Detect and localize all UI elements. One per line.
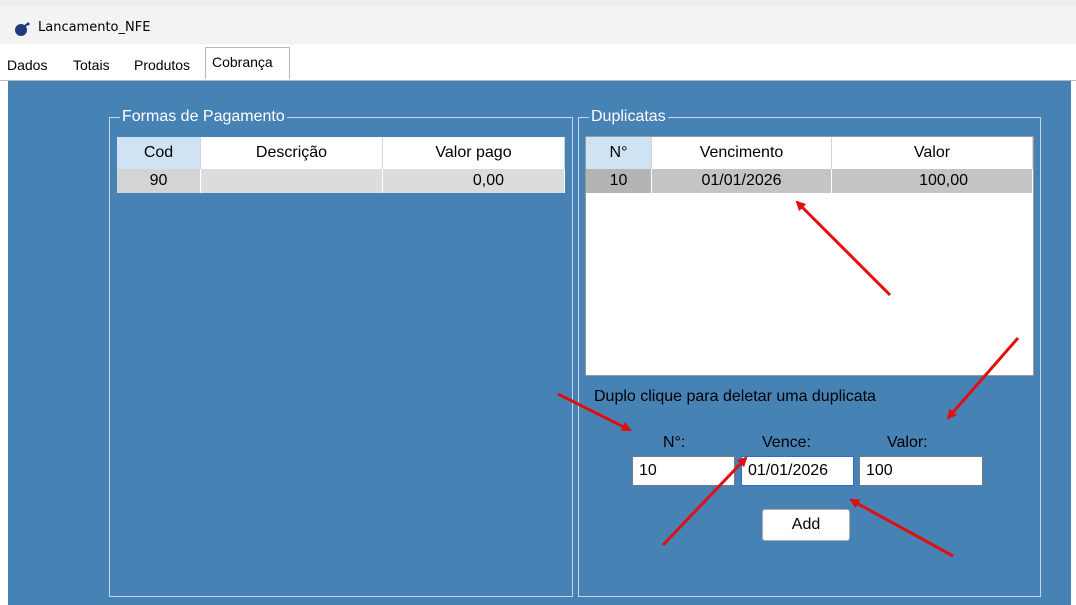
cell-n: 10 <box>586 169 652 193</box>
vence-input[interactable]: 01/01/2026 <box>741 456 854 486</box>
column-header-valor[interactable]: Valor <box>832 137 1033 169</box>
grid-header: Cod Descrição Valor pago <box>117 137 565 169</box>
duplicatas-group: Duplicatas N° Vencimento Valor 10 01/01/… <box>578 106 1041 597</box>
tab-strip: Dados Totais Produtos Cobrança <box>0 46 1076 80</box>
formas-pagamento-grid[interactable]: Cod Descrição Valor pago 90 0,00 <box>117 137 565 193</box>
duplicatas-grid[interactable]: N° Vencimento Valor 10 01/01/2026 100,00 <box>585 136 1034 376</box>
column-header-vencimento[interactable]: Vencimento <box>652 137 832 169</box>
column-header-cod[interactable]: Cod <box>117 137 201 169</box>
column-header-valor-pago[interactable]: Valor pago <box>383 137 565 169</box>
column-header-descricao[interactable]: Descrição <box>201 137 383 169</box>
numero-input[interactable]: 10 <box>632 456 735 486</box>
tab-produtos[interactable]: Produtos <box>134 52 190 78</box>
numero-label: N°: <box>663 434 686 451</box>
valor-input[interactable]: 100 <box>859 456 983 486</box>
cobranca-panel: Formas de Pagamento Cod Descrição Valor … <box>8 81 1071 605</box>
tab-dados[interactable]: Dados <box>7 52 47 78</box>
cell-descricao <box>201 169 383 193</box>
tab-cobranca[interactable]: Cobrança <box>205 47 290 79</box>
formas-pagamento-group: Formas de Pagamento Cod Descrição Valor … <box>109 106 573 597</box>
valor-label: Valor: <box>887 434 928 451</box>
delete-hint: Duplo clique para deletar uma duplicata <box>594 388 876 405</box>
tab-totais[interactable]: Totais <box>73 52 110 78</box>
duplicatas-title: Duplicatas <box>589 106 668 128</box>
add-button[interactable]: Add <box>762 509 850 541</box>
cell-vencimento: 01/01/2026 <box>652 169 832 193</box>
title-bar: Lancamento_NFE <box>0 0 1076 44</box>
window-title: Lancamento_NFE <box>38 20 151 35</box>
app-logo-icon <box>15 22 30 36</box>
cell-cod: 90 <box>117 169 201 193</box>
column-header-n[interactable]: N° <box>586 137 652 169</box>
cell-valor-pago: 0,00 <box>383 169 565 193</box>
grid-header: N° Vencimento Valor <box>586 137 1033 169</box>
table-row[interactable]: 10 01/01/2026 100,00 <box>586 169 1033 193</box>
table-row[interactable]: 90 0,00 <box>117 169 565 193</box>
formas-pagamento-title: Formas de Pagamento <box>120 106 287 128</box>
vence-label: Vence: <box>762 434 811 451</box>
cell-valor: 100,00 <box>832 169 1033 193</box>
